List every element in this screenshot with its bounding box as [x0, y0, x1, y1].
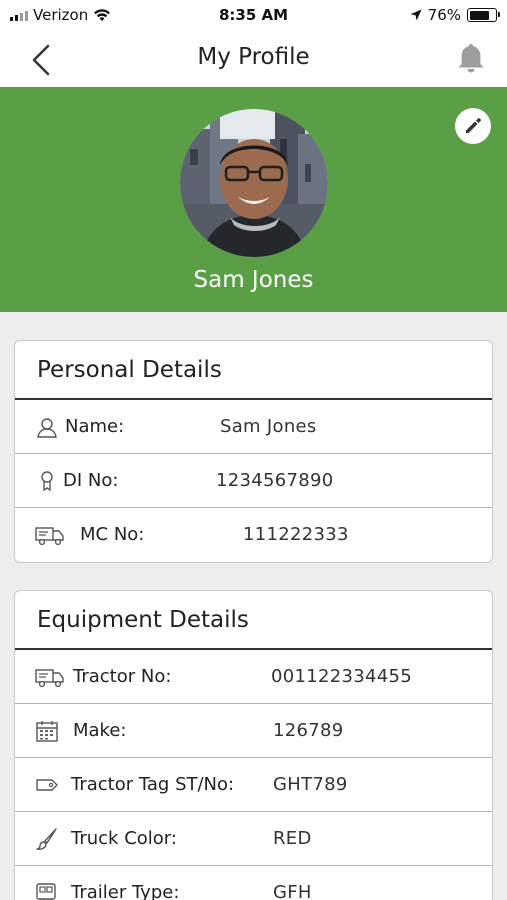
mc-no-row: MC No: 111222333: [15, 508, 492, 562]
make-label: Make:: [73, 720, 127, 741]
profile-name: Sam Jones: [193, 267, 314, 293]
trailer-type-label: Trailer Type:: [71, 882, 180, 900]
edit-profile-button[interactable]: [455, 108, 491, 144]
calendar-icon: [36, 721, 58, 742]
paintbrush-icon: [36, 828, 57, 850]
truck-color-label: Truck Color:: [71, 828, 177, 849]
personal-details-card: Personal Details Name: Sam Jones DI No: …: [14, 340, 493, 563]
personal-details-title: Personal Details: [15, 341, 492, 400]
profile-header: Sam Jones: [0, 87, 507, 312]
trailer-type-value: GFH: [273, 882, 312, 900]
name-row: Name: Sam Jones: [15, 400, 492, 454]
truck-icon: [35, 527, 64, 546]
tractor-tag-label: Tractor Tag ST/No:: [71, 774, 235, 795]
bell-icon: [458, 44, 484, 73]
battery-percent: 76%: [427, 6, 461, 24]
di-no-value: 1234567890: [216, 470, 334, 491]
battery-level: [469, 10, 489, 20]
trailer-type-row: Trailer Type: GFH: [15, 866, 492, 900]
tractor-no-row: Tractor No: 001122334455: [15, 650, 492, 704]
name-label: Name:: [65, 416, 125, 437]
trailer-icon: [36, 883, 56, 900]
truck-color-value: RED: [273, 828, 312, 849]
equipment-details-card: Equipment Details Tractor No: 0011223344…: [14, 590, 493, 900]
location-arrow-icon: [410, 9, 422, 21]
status-bar: Verizon 8:35 AM 76%: [0, 0, 507, 32]
page-title: My Profile: [197, 44, 310, 70]
notifications-button[interactable]: [453, 41, 489, 77]
avatar-photo: [180, 109, 328, 257]
di-no-row: DI No: 1234567890: [15, 454, 492, 508]
nav-bar: My Profile: [0, 32, 507, 87]
tractor-no-label: Tractor No:: [73, 666, 172, 687]
truck-icon: [35, 669, 64, 688]
equipment-details-title: Equipment Details: [15, 591, 492, 650]
truck-color-row: Truck Color: RED: [15, 812, 492, 866]
battery-icon: [467, 8, 500, 22]
mc-no-label: MC No:: [80, 524, 145, 545]
user-icon: [37, 418, 57, 438]
tractor-no-value: 001122334455: [271, 666, 413, 687]
avatar: [180, 109, 328, 257]
mc-no-value: 111222333: [243, 524, 349, 545]
badge-icon: [41, 471, 53, 492]
tractor-tag-row: Tractor Tag ST/No: GHT789: [15, 758, 492, 812]
di-no-label: DI No:: [63, 470, 119, 491]
make-value: 126789: [273, 720, 344, 741]
make-row: Make: 126789: [15, 704, 492, 758]
status-right: 76%: [410, 6, 500, 24]
name-value: Sam Jones: [220, 416, 317, 437]
tractor-tag-value: GHT789: [273, 774, 348, 795]
tag-icon: [36, 779, 58, 791]
pencil-icon: [466, 118, 481, 133]
